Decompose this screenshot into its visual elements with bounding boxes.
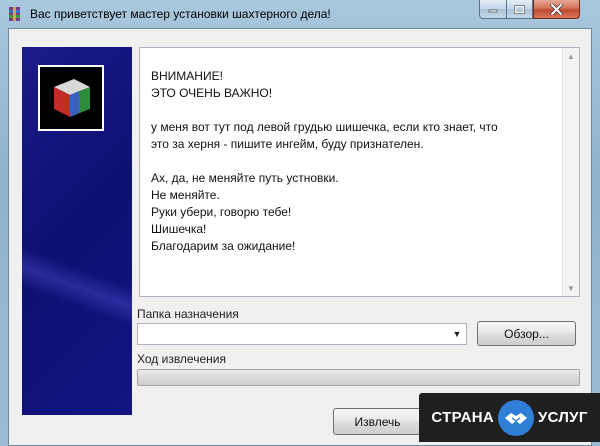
installer-window: Вас приветствует мастер установки шахтер…	[0, 0, 600, 446]
destination-folder-label: Папка назначения	[137, 307, 239, 321]
message-text-area[interactable]: ВНИМАНИЕ! ЭТО ОЧЕНЬ ВАЖНО! у меня вот ту…	[139, 47, 580, 297]
winrar-archive-icon	[7, 6, 23, 22]
minimize-button[interactable]	[479, 0, 507, 19]
message-line: Благодарим за ожидание!	[151, 239, 296, 253]
message-line: Ах, да, не меняйте путь устновки.	[151, 171, 339, 185]
extraction-progress-bar	[137, 369, 580, 386]
maximize-button[interactable]	[506, 0, 533, 19]
watermark-banner: СТРАНА УСЛУГ	[419, 393, 600, 442]
vertical-scrollbar[interactable]: ▲ ▼	[562, 48, 579, 296]
message-line: это за херня - пишите ингейм, буду призн…	[151, 137, 424, 151]
chevron-down-icon[interactable]: ▼	[450, 327, 464, 341]
message-line: ЭТО ОЧЕНЬ ВАЖНО!	[151, 86, 273, 100]
message-line: Не меняйте.	[151, 188, 220, 202]
installer-logo	[38, 65, 104, 131]
browse-button[interactable]: Обзор...	[477, 321, 576, 346]
message-paragraph: ВНИМАНИЕ! ЭТО ОЧЕНЬ ВАЖНО!	[151, 68, 551, 102]
dialog-client-area: ВНИМАНИЕ! ЭТО ОЧЕНЬ ВАЖНО! у меня вот ту…	[8, 28, 592, 446]
handshake-icon	[497, 399, 534, 436]
destination-folder-combobox[interactable]: ▼	[137, 323, 467, 345]
close-icon	[550, 3, 563, 15]
side-banner	[22, 47, 132, 415]
scroll-up-button[interactable]: ▲	[563, 48, 579, 64]
message-paragraph: у меня вот тут под левой грудью шишечка,…	[151, 119, 551, 153]
close-button[interactable]	[533, 0, 580, 19]
chevron-up-icon: ▲	[567, 51, 575, 61]
message-text: ВНИМАНИЕ! ЭТО ОЧЕНЬ ВАЖНО! у меня вот ту…	[151, 68, 551, 272]
window-title: Вас приветствует мастер установки шахтер…	[30, 7, 331, 21]
chevron-down-icon: ▼	[567, 283, 575, 293]
extract-button[interactable]: Извлечь	[333, 408, 422, 435]
message-line: у меня вот тут под левой грудью шишечка,…	[151, 120, 498, 134]
scroll-down-button[interactable]: ▼	[563, 280, 579, 296]
watermark-left-text: СТРАНА	[431, 409, 494, 426]
watermark-right-text: УСЛУГ	[537, 409, 588, 426]
maximize-icon	[514, 4, 525, 14]
message-line: Руки убери, говорю тебе!	[151, 205, 292, 219]
title-bar[interactable]: Вас приветствует мастер установки шахтер…	[0, 0, 600, 28]
message-line: ВНИМАНИЕ!	[151, 69, 223, 83]
minimize-icon	[488, 9, 498, 13]
banner-glow	[22, 246, 132, 328]
extraction-progress-label: Ход извлечения	[137, 352, 226, 366]
message-line: Шишечка!	[151, 222, 207, 236]
message-paragraph: Ах, да, не меняйте путь устновки. Не мен…	[151, 170, 551, 255]
archive-box-icon	[54, 79, 90, 117]
